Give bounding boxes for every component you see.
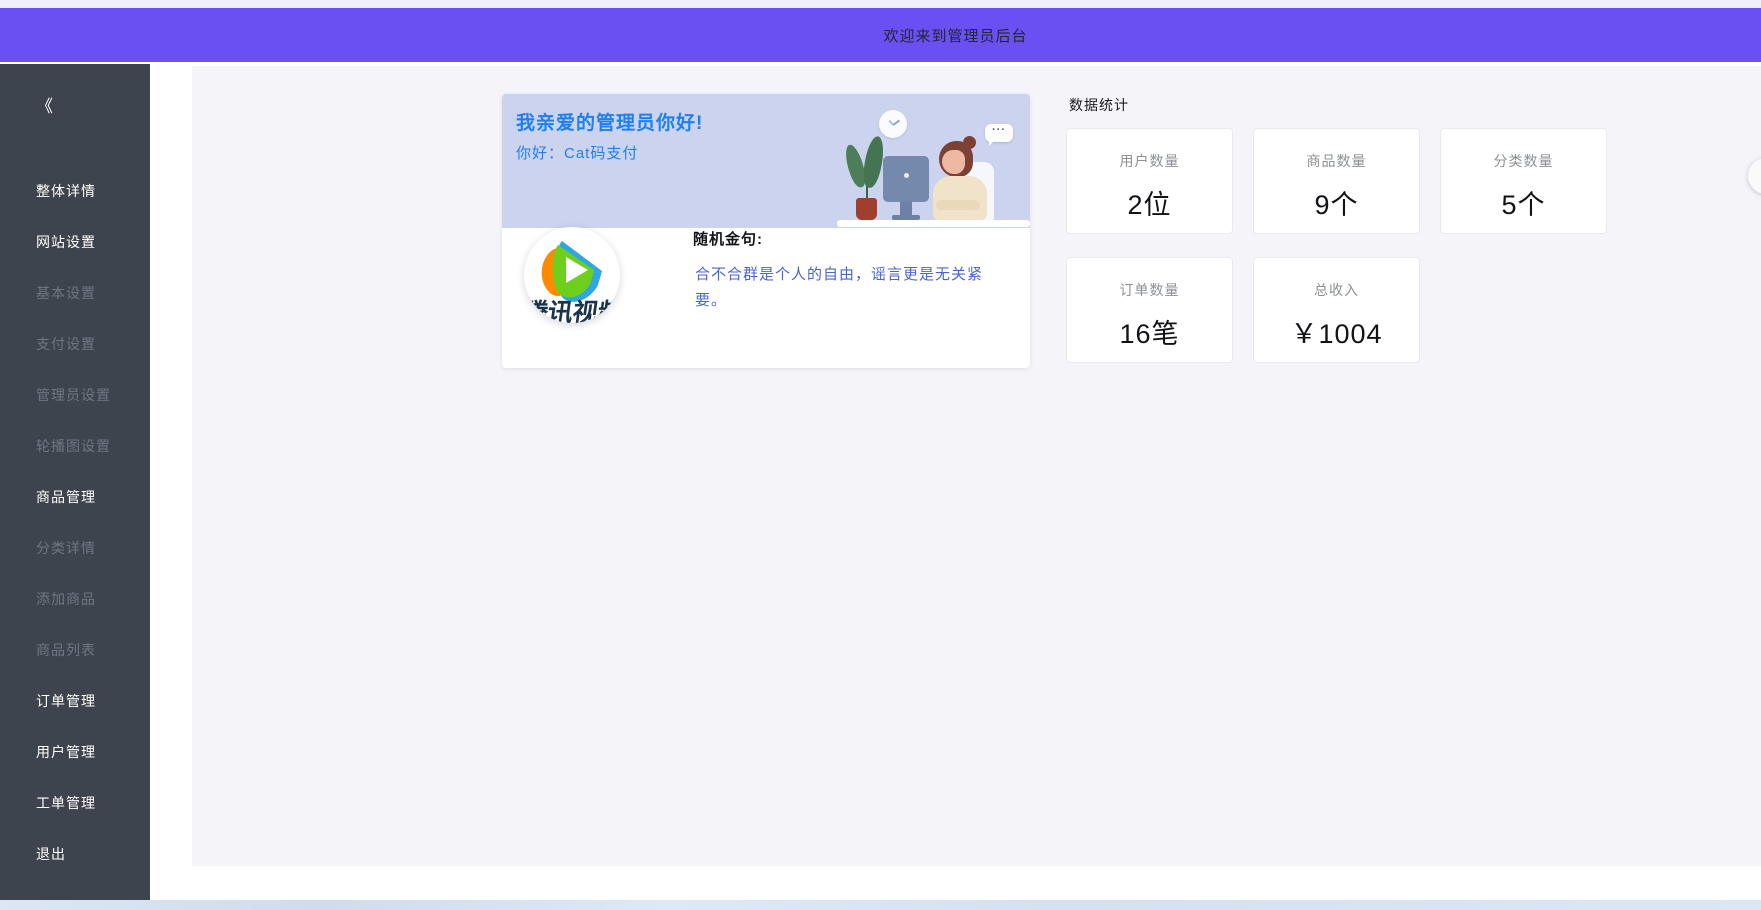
- stat-card-products: 商品数量 9个: [1253, 128, 1420, 234]
- stat-label: 商品数量: [1307, 151, 1367, 171]
- stat-card-categories: 分类数量 5个: [1440, 128, 1607, 234]
- stat-card-users: 用户数量 2位: [1066, 128, 1233, 234]
- stat-value: 9个: [1314, 183, 1358, 222]
- sidebar: 《 整体详情 网站设置 基本设置 支付设置 管理员设置 轮播图设置 商品管理 分…: [0, 64, 150, 902]
- sidebar-item-overall-details[interactable]: 整体详情: [0, 166, 150, 217]
- monitor-illustration: [883, 156, 929, 202]
- window-top-strip: [0, 0, 1761, 8]
- stat-value: ￥1004: [1290, 312, 1382, 351]
- welcome-banner: 我亲爱的管理员你好! 你好：Cat码支付 ···: [502, 94, 1030, 228]
- plant-pot-illustration: [856, 198, 877, 220]
- tencent-video-logo: 腾讯视频: [524, 227, 620, 323]
- sidebar-item-carousel-settings[interactable]: 轮播图设置: [0, 421, 150, 472]
- stat-card-orders: 订单数量 16笔: [1066, 257, 1233, 363]
- sidebar-item-logout[interactable]: 退出: [0, 829, 150, 880]
- woman-illustration: [936, 200, 980, 210]
- header-bar: 欢迎来到管理员后台: [0, 8, 1761, 62]
- stat-value: 16笔: [1119, 312, 1179, 351]
- speech-bubble-icon: ···: [985, 124, 1013, 142]
- woman-illustration: [942, 150, 965, 174]
- page-title: 欢迎来到管理员后台: [883, 25, 1027, 46]
- stat-card-revenue: 总收入 ￥1004: [1253, 257, 1420, 363]
- sidebar-menu: 整体详情 网站设置 基本设置 支付设置 管理员设置 轮播图设置 商品管理 分类详…: [0, 166, 150, 880]
- sidebar-item-ticket-management[interactable]: 工单管理: [0, 778, 150, 829]
- stat-value: 5个: [1501, 183, 1545, 222]
- desk-illustration: [837, 220, 1030, 227]
- woman-illustration: [933, 176, 987, 220]
- sidebar-item-website-settings[interactable]: 网站设置: [0, 217, 150, 268]
- stat-label: 订单数量: [1120, 280, 1180, 300]
- quote-text: 合不合群是个人的自由，谣言更是无关紧要。: [695, 262, 985, 314]
- sidebar-item-payment-settings[interactable]: 支付设置: [0, 319, 150, 370]
- sidebar-item-product-list[interactable]: 商品列表: [0, 625, 150, 676]
- stats-section-title: 数据统计: [1069, 95, 1129, 115]
- sidebar-item-admin-settings[interactable]: 管理员设置: [0, 370, 150, 421]
- stat-label: 分类数量: [1494, 151, 1554, 171]
- taskbar-edge-strip: [0, 900, 1761, 910]
- woman-illustration: [963, 136, 976, 149]
- app-window: 欢迎来到管理员后台 《 整体详情 网站设置 基本设置 支付设置 管理员设置 轮播…: [0, 0, 1761, 910]
- welcome-greeting: 你好：Cat码支付: [516, 142, 638, 163]
- welcome-card: 我亲爱的管理员你好! 你好：Cat码支付 ···: [502, 94, 1030, 368]
- tencent-video-logo-text: 腾讯视频: [524, 293, 620, 323]
- welcome-title: 我亲爱的管理员你好!: [516, 108, 703, 135]
- stat-label: 总收入: [1314, 280, 1359, 300]
- sidebar-item-add-product[interactable]: 添加商品: [0, 574, 150, 625]
- sidebar-item-category-details[interactable]: 分类详情: [0, 523, 150, 574]
- monitor-illustration: [900, 202, 912, 216]
- clock-icon: [879, 110, 907, 138]
- sidebar-item-order-management[interactable]: 订单管理: [0, 676, 150, 727]
- sidebar-collapse-icon[interactable]: 《: [0, 92, 150, 136]
- stat-value: 2位: [1127, 183, 1171, 222]
- sidebar-item-basic-settings[interactable]: 基本设置: [0, 268, 150, 319]
- quote-heading: 随机金句:: [693, 228, 763, 249]
- sidebar-item-user-management[interactable]: 用户管理: [0, 727, 150, 778]
- stat-label: 用户数量: [1120, 151, 1180, 171]
- sidebar-item-product-management[interactable]: 商品管理: [0, 472, 150, 523]
